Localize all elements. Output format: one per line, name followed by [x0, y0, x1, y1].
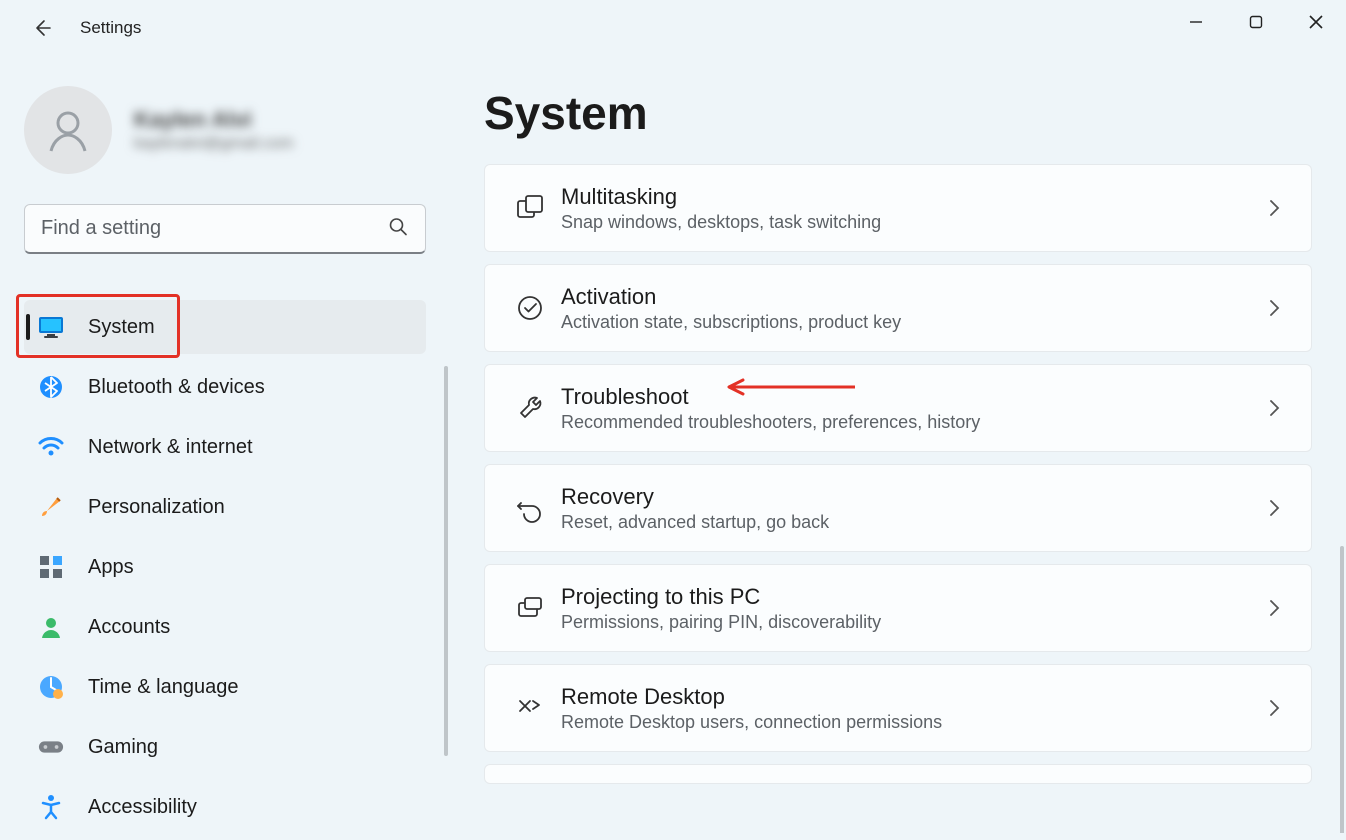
card-subtitle: Recommended troubleshooters, preferences…	[561, 412, 1261, 433]
remote-desktop-icon	[515, 693, 561, 723]
sidebar-item-label: Gaming	[88, 736, 158, 759]
apps-icon	[38, 554, 64, 580]
window-controls	[1166, 0, 1346, 44]
projecting-icon	[515, 593, 561, 623]
card-subtitle: Remote Desktop users, connection permiss…	[561, 712, 1261, 733]
page-title: System	[484, 86, 1312, 140]
card-title: Recovery	[561, 484, 1261, 510]
monitor-icon	[38, 314, 64, 340]
accessibility-icon	[38, 794, 64, 820]
card-subtitle: Permissions, pairing PIN, discoverabilit…	[561, 612, 1261, 633]
gamepad-icon	[38, 734, 64, 760]
chevron-right-icon	[1261, 499, 1289, 517]
sidebar-item-apps[interactable]: Apps	[24, 540, 426, 594]
sidebar-item-time-language[interactable]: Time & language	[24, 660, 426, 714]
card-title: Remote Desktop	[561, 684, 1261, 710]
card-remote-desktop[interactable]: Remote Desktop Remote Desktop users, con…	[484, 664, 1312, 752]
sidebar-item-gaming[interactable]: Gaming	[24, 720, 426, 774]
back-button[interactable]	[22, 8, 62, 48]
sidebar-scrollbar[interactable]	[444, 366, 448, 756]
recovery-icon	[515, 493, 561, 523]
card-multitasking[interactable]: Multitasking Snap windows, desktops, tas…	[484, 164, 1312, 252]
window-title: Settings	[80, 18, 141, 38]
search-input[interactable]	[24, 204, 426, 254]
clock-globe-icon	[38, 674, 64, 700]
chevron-right-icon	[1261, 699, 1289, 717]
chevron-right-icon	[1261, 199, 1289, 217]
user-profile[interactable]: Kaylen Alvi kaylenalvi@gmail.com	[24, 86, 426, 174]
chevron-right-icon	[1261, 299, 1289, 317]
card-recovery[interactable]: Recovery Reset, advanced startup, go bac…	[484, 464, 1312, 552]
card-partial[interactable]	[484, 764, 1312, 784]
sidebar-item-label: System	[88, 316, 155, 339]
card-subtitle: Snap windows, desktops, task switching	[561, 212, 1261, 233]
sidebar-item-accessibility[interactable]: Accessibility	[24, 780, 426, 834]
sidebar-item-label: Network & internet	[88, 436, 253, 459]
sidebar-item-label: Time & language	[88, 676, 238, 699]
brush-icon	[38, 494, 64, 520]
card-title: Projecting to this PC	[561, 584, 1261, 610]
card-title: Activation	[561, 284, 1261, 310]
titlebar: Settings	[0, 0, 1346, 56]
sidebar-item-label: Bluetooth & devices	[88, 376, 265, 399]
card-title: Troubleshoot	[561, 384, 1261, 410]
card-subtitle: Activation state, subscriptions, product…	[561, 312, 1261, 333]
search-field[interactable]	[24, 204, 426, 254]
sidebar-item-bluetooth[interactable]: Bluetooth & devices	[24, 360, 426, 414]
nav-list: System Bluetooth & devices Network & int…	[24, 300, 426, 840]
avatar	[24, 86, 112, 174]
sidebar-item-system[interactable]: System	[24, 300, 426, 354]
multitasking-icon	[515, 193, 561, 223]
sidebar: Kaylen Alvi kaylenalvi@gmail.com System	[0, 56, 450, 833]
user-email: kaylenalvi@gmail.com	[134, 135, 293, 153]
minimize-button[interactable]	[1166, 0, 1226, 44]
card-subtitle: Reset, advanced startup, go back	[561, 512, 1261, 533]
card-activation[interactable]: Activation Activation state, subscriptio…	[484, 264, 1312, 352]
user-name: Kaylen Alvi	[134, 107, 293, 133]
chevron-right-icon	[1261, 599, 1289, 617]
wifi-icon	[38, 434, 64, 460]
sidebar-item-accounts[interactable]: Accounts	[24, 600, 426, 654]
main-scrollbar[interactable]	[1340, 546, 1344, 833]
close-button[interactable]	[1286, 0, 1346, 44]
card-title: Multitasking	[561, 184, 1261, 210]
sidebar-item-label: Accounts	[88, 616, 170, 639]
user-info: Kaylen Alvi kaylenalvi@gmail.com	[134, 107, 293, 153]
person-icon	[38, 614, 64, 640]
sidebar-item-label: Accessibility	[88, 796, 197, 819]
sidebar-item-label: Personalization	[88, 496, 225, 519]
sidebar-item-network[interactable]: Network & internet	[24, 420, 426, 474]
bluetooth-icon	[38, 374, 64, 400]
maximize-button[interactable]	[1226, 0, 1286, 44]
sidebar-item-label: Apps	[88, 556, 134, 579]
check-circle-icon	[515, 293, 561, 323]
main-content: System Multitasking Snap windows, deskto…	[450, 56, 1346, 833]
sidebar-item-personalization[interactable]: Personalization	[24, 480, 426, 534]
search-icon	[388, 217, 408, 242]
chevron-right-icon	[1261, 399, 1289, 417]
settings-cards: Multitasking Snap windows, desktops, tas…	[484, 164, 1312, 784]
wrench-icon	[515, 393, 561, 423]
card-projecting[interactable]: Projecting to this PC Permissions, pairi…	[484, 564, 1312, 652]
card-troubleshoot[interactable]: Troubleshoot Recommended troubleshooters…	[484, 364, 1312, 452]
